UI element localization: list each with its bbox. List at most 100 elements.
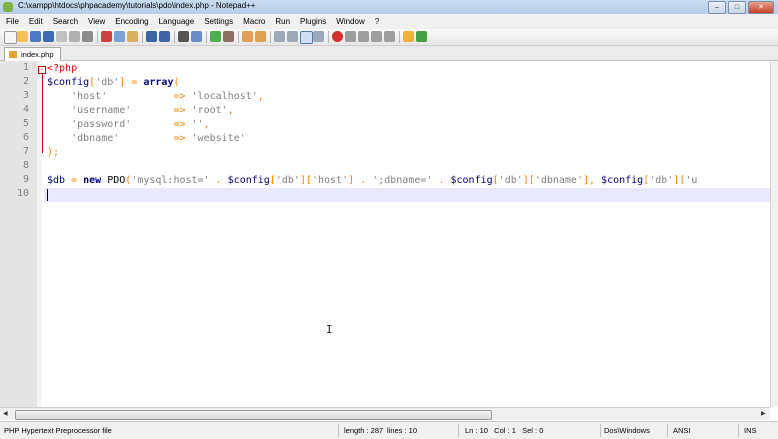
menu-encoding[interactable]: Encoding — [109, 17, 152, 26]
code-token: 'root' — [191, 105, 228, 116]
menu-plugins[interactable]: Plugins — [294, 17, 330, 26]
status-separator — [600, 424, 601, 437]
code-token: 'db' — [95, 77, 120, 88]
menu-language[interactable]: Language — [153, 17, 199, 26]
toolbar-separator — [328, 31, 329, 43]
code-line: $config['db'] = array( — [47, 76, 180, 90]
copy-icon[interactable] — [114, 31, 125, 42]
menu-edit[interactable]: Edit — [23, 17, 47, 26]
minimize-button[interactable]: – — [708, 1, 726, 14]
maximize-button[interactable]: □ — [728, 1, 746, 14]
code-token: $config — [227, 175, 270, 186]
menu-help[interactable]: ? — [369, 17, 383, 26]
word-wrap-icon[interactable] — [274, 31, 285, 42]
menu-run[interactable]: Run — [269, 17, 294, 26]
code-token: 'mysql:host=' — [131, 175, 210, 186]
status-separator — [738, 424, 739, 437]
code-token: 'u — [685, 175, 698, 186]
undo-icon[interactable] — [146, 31, 157, 42]
menu-search[interactable]: Search — [47, 17, 82, 26]
run-macro-multiple-icon[interactable] — [371, 31, 382, 42]
code-token: 'db' — [275, 175, 300, 186]
code-line: 'password' => '', — [47, 118, 210, 132]
save-all-icon[interactable] — [43, 31, 54, 42]
menu-view[interactable]: View — [82, 17, 109, 26]
redo-icon[interactable] — [159, 31, 170, 42]
status-file-type: PHP Hypertext Preprocessor file — [4, 426, 112, 435]
close-file-icon[interactable] — [56, 31, 67, 42]
open-folder-icon[interactable] — [403, 31, 414, 42]
indent-guide-icon[interactable] — [300, 31, 313, 44]
status-position: Ln : 10 Col : 1 Sel : 0 — [465, 426, 544, 435]
code-token: => — [173, 133, 186, 144]
sync-horizontal-icon[interactable] — [255, 31, 266, 42]
code-token: 'website' — [191, 133, 246, 144]
code-editor[interactable]: − 1 2 3 4 5 6 7 8 9 10 <?php $config['db… — [0, 61, 770, 407]
status-lines: lines : 10 — [387, 426, 418, 435]
line-number: 8 — [22, 160, 29, 171]
code-line: 'dbname' => 'website' — [47, 132, 246, 146]
file-saved-icon — [9, 51, 17, 58]
status-insert-mode: INS — [744, 426, 757, 435]
toolbar-separator — [174, 31, 175, 43]
spell-check-icon[interactable] — [416, 31, 427, 42]
code-line: 'username' => 'root', — [47, 104, 234, 118]
status-bar: PHP Hypertext Preprocessor file length :… — [0, 421, 778, 439]
code-line: $db = new PDO('mysql:host=' . $config['d… — [47, 174, 697, 188]
play-macro-icon[interactable] — [358, 31, 369, 42]
close-button[interactable]: ✕ — [748, 1, 774, 14]
paste-icon[interactable] — [127, 31, 138, 42]
replace-icon[interactable] — [191, 31, 202, 42]
vertical-scrollbar[interactable] — [770, 61, 778, 407]
code-token: ][ — [522, 175, 535, 186]
status-separator — [458, 424, 459, 437]
window-title: C:\xampp\htdocs\phpacademy\tutorials\pdo… — [18, 1, 256, 10]
cut-icon[interactable] — [101, 31, 112, 42]
menu-settings[interactable]: Settings — [198, 17, 237, 26]
menu-window[interactable]: Window — [330, 17, 368, 26]
new-file-icon[interactable] — [4, 31, 17, 44]
code-token: $db — [47, 175, 66, 186]
close-all-icon[interactable] — [69, 31, 80, 42]
code-token: '' — [191, 119, 204, 130]
save-macro-icon[interactable] — [384, 31, 395, 42]
code-token: . — [209, 175, 228, 186]
tab-bar: index.php — [0, 46, 778, 61]
toolbar-separator — [97, 31, 98, 43]
code-token: ] = — [119, 77, 144, 88]
menu-macro[interactable]: Macro — [237, 17, 269, 26]
fold-toggle-icon[interactable]: − — [38, 66, 46, 74]
horizontal-scroll-thumb[interactable] — [15, 410, 492, 420]
tab-index-php[interactable]: index.php — [4, 47, 61, 61]
print-icon[interactable] — [82, 31, 93, 42]
find-icon[interactable] — [178, 31, 189, 42]
menu-bar: File Edit Search View Encoding Language … — [0, 14, 778, 29]
text-caret — [47, 189, 48, 201]
code-token: => — [173, 119, 186, 130]
code-line: 'host' => 'localhost', — [47, 90, 264, 104]
menu-file[interactable]: File — [0, 17, 23, 26]
scroll-left-arrow-icon[interactable]: ◀ — [3, 410, 8, 417]
save-icon[interactable] — [30, 31, 41, 42]
record-macro-icon[interactable] — [332, 31, 343, 42]
scroll-right-arrow-icon[interactable]: ▶ — [761, 410, 766, 417]
status-eol-format: Dos\Windows — [604, 426, 650, 435]
code-token: 'dbname' — [71, 133, 120, 144]
zoom-in-icon[interactable] — [210, 31, 221, 42]
code-token: ][ — [673, 175, 686, 186]
line-number: 1 — [22, 62, 29, 73]
line-number: 10 — [16, 188, 29, 199]
toolbar-separator — [399, 31, 400, 43]
stop-macro-icon[interactable] — [345, 31, 356, 42]
open-file-icon[interactable] — [17, 31, 28, 42]
user-language-icon[interactable] — [313, 31, 324, 42]
sync-vertical-icon[interactable] — [242, 31, 253, 42]
horizontal-scrollbar[interactable]: ◀ ▶ — [0, 407, 770, 420]
show-all-chars-icon[interactable] — [287, 31, 298, 42]
zoom-out-icon[interactable] — [223, 31, 234, 42]
